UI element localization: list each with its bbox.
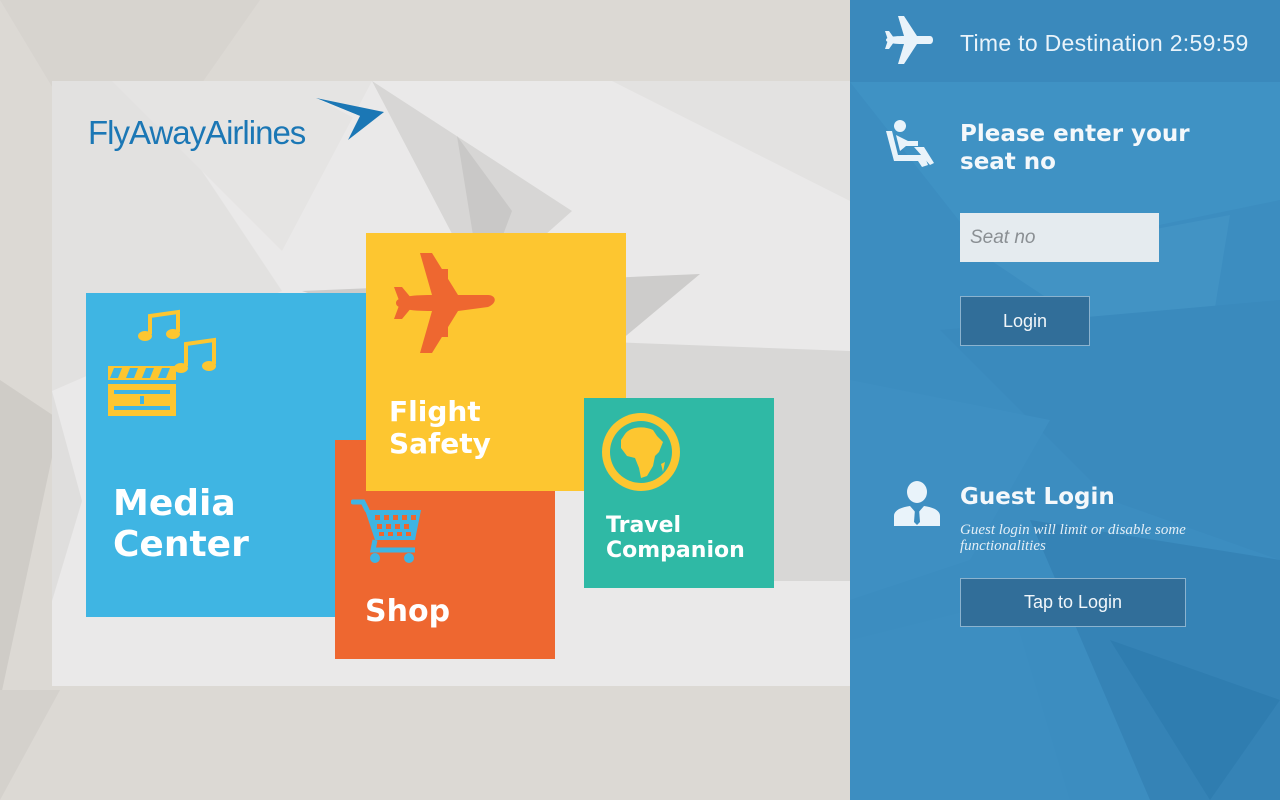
- media-center-tile[interactable]: Media Center: [86, 293, 366, 617]
- shop-label: Shop: [365, 594, 451, 629]
- flight-safety-label-line1: Flight: [389, 395, 481, 428]
- travel-companion-tile[interactable]: Travel Companion: [584, 398, 774, 588]
- brand-name: FlyAwayAirlines: [88, 114, 306, 152]
- user-icon: [892, 480, 942, 531]
- clapperboard-music-icon: [106, 308, 218, 423]
- timer-value: 2:59:59: [1169, 30, 1249, 56]
- travel-companion-label-line1: Travel: [606, 513, 682, 538]
- guest-login-note: Guest login will limit or disable some f…: [960, 522, 1186, 554]
- brand-name-bold: FlyAway: [88, 114, 206, 151]
- globe-africa-icon: [601, 412, 681, 497]
- timer-row: Time to Destination 2:59:59: [850, 0, 1280, 82]
- login-button[interactable]: Login: [960, 296, 1090, 346]
- brand-name-light: Airlines: [205, 114, 306, 151]
- guest-login-title: Guest Login: [960, 484, 1115, 510]
- flight-safety-label-line2: Safety: [389, 427, 491, 461]
- media-center-label-line2: Center: [113, 524, 249, 566]
- media-center-label-line1: Media: [113, 483, 236, 524]
- tap-to-login-button[interactable]: Tap to Login: [960, 578, 1186, 627]
- media-center-label: Media Center: [113, 483, 249, 566]
- time-to-destination: Time to Destination 2:59:59: [960, 30, 1249, 57]
- shopping-cart-icon: [350, 498, 423, 569]
- travel-companion-label-line2: Companion: [606, 538, 745, 564]
- airplane-icon: [884, 14, 934, 71]
- sidebar: Time to Destination 2:59:59 Please enter…: [850, 0, 1280, 800]
- passenger-seat-icon: [884, 119, 938, 174]
- flight-safety-label: Flight Safety: [389, 395, 491, 461]
- seat-prompt: Please enter your seat no: [960, 121, 1190, 175]
- timer-label: Time to Destination: [960, 30, 1163, 56]
- airplane-icon: [392, 251, 498, 360]
- travel-companion-label: Travel Companion: [606, 513, 745, 564]
- brand-logo: FlyAwayAirlines: [88, 96, 388, 156]
- swoosh-icon: [316, 98, 384, 140]
- seat-number-input[interactable]: [960, 213, 1159, 262]
